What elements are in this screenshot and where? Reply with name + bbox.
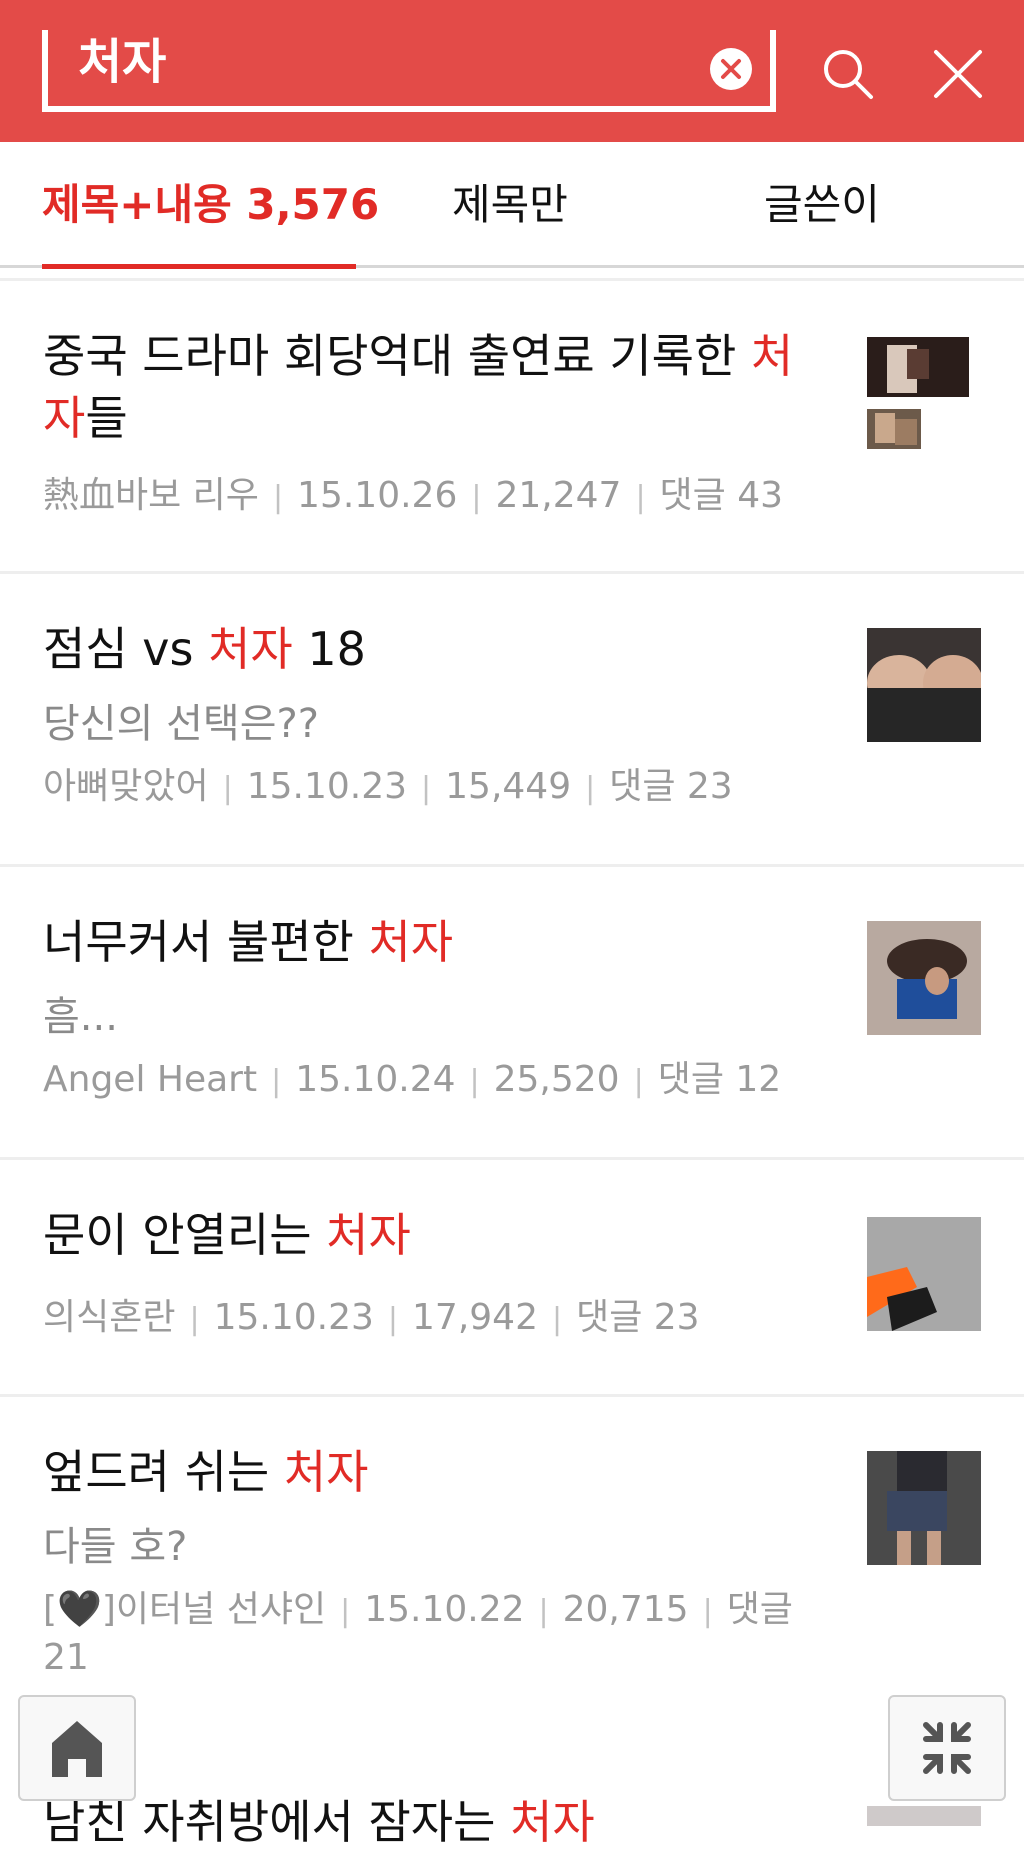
result-snippet: 당신의 선택은??: [43, 701, 319, 747]
post-date: 15.10.23: [246, 766, 408, 807]
active-tab-indicator: [42, 264, 356, 269]
title-text: 점심 vs: [43, 622, 209, 676]
result-title[interactable]: 엎드려 쉬는 처자: [43, 1441, 813, 1503]
author-name: 의식혼란: [43, 1297, 176, 1338]
result-thumbnail[interactable]: [867, 1451, 981, 1565]
title-text: 중국 드라마 회당억대 출연료 기록한: [43, 329, 751, 383]
result-meta: [🖤]이터널 선샤인 | 15.10.22 | 20,715 | 댓글 21: [43, 1589, 793, 1678]
view-count: 21,247: [495, 475, 622, 516]
result-title[interactable]: 중국 드라마 회당억대 출연료 기록한 처자들: [43, 325, 813, 449]
result-thumbnail[interactable]: [867, 337, 981, 453]
search-query-text[interactable]: 처자: [78, 34, 166, 90]
result-meta: 熱血바보 리우 | 15.10.26 | 21,247 | 댓글 43: [43, 475, 784, 516]
collapse-icon: [923, 1722, 971, 1774]
post-date: 15.10.22: [364, 1589, 525, 1630]
list-item[interactable]: 문이 안열리는 처자 의식혼란 | 15.10.23 | 17,942 | 댓글 23: [0, 1157, 1024, 1394]
result-title[interactable]: 점심 vs 처자 18: [43, 618, 813, 680]
title-highlight: 처자: [283, 1445, 369, 1499]
list-item[interactable]: 너무커서 불편한 처자 흠... Angel Heart | 15.10.24 | 25…: [0, 864, 1024, 1157]
author-name: 아뼈맞았어: [43, 766, 209, 807]
post-date: 15.10.26: [297, 475, 458, 516]
list-item[interactable]: 중국 드라마 회당억대 출연료 기록한 처자들 熱血바보 리우 | 15.10.26…: [0, 278, 1024, 571]
view-count: 15,449: [445, 766, 572, 807]
result-snippet: 다들 호?: [43, 1524, 188, 1570]
search-icon[interactable]: [818, 44, 878, 104]
tab-title-content[interactable]: 제목+내용 3,576: [42, 142, 379, 268]
home-icon: [52, 1721, 102, 1777]
comment-count: 댓글 23: [576, 1297, 700, 1338]
collapse-button[interactable]: [888, 1695, 1006, 1801]
search-scope-tabs: 제목+내용 3,576 제목만 글쓴이: [0, 142, 1024, 269]
title-highlight: 처자: [510, 1795, 595, 1849]
title-text: 들: [85, 391, 128, 445]
tab-author[interactable]: 글쓴이: [732, 142, 912, 268]
title-text: 엎드려 쉬는: [43, 1445, 284, 1499]
author-name: [🖤]이터널 선샤인: [43, 1589, 327, 1630]
tab-title-only[interactable]: 제목만: [420, 142, 600, 268]
title-text: 18: [292, 622, 366, 676]
result-meta: 아뼈맞았어 | 15.10.23 | 15,449 | 댓글 23: [43, 766, 733, 807]
list-item[interactable]: 엎드려 쉬는 처자 다들 호? [🖤]이터널 선샤인 | 15.10.22 | 20,7…: [0, 1394, 1024, 1744]
title-text: 문이 안열리는: [43, 1208, 327, 1262]
view-count: 17,942: [412, 1297, 538, 1338]
clear-circle-icon[interactable]: [710, 48, 752, 90]
list-item[interactable]: 점심 vs 처자 18 당신의 선택은?? 아뼈맞았어 | 15.10.23 | 15,…: [0, 571, 1024, 864]
author-name: 熱血바보 리우: [43, 475, 259, 516]
close-icon[interactable]: [928, 44, 988, 104]
comment-count: 댓글 43: [659, 475, 784, 516]
result-title[interactable]: 문이 안열리는 처자: [43, 1204, 813, 1266]
result-title[interactable]: 너무커서 불편한 처자: [43, 911, 813, 973]
post-date: 15.10.24: [295, 1059, 456, 1100]
result-thumbnail[interactable]: [867, 921, 981, 1035]
result-thumbnail[interactable]: [867, 628, 981, 742]
result-thumbnail[interactable]: [867, 1806, 981, 1826]
search-header: 처자: [0, 0, 1024, 142]
search-results-list: 중국 드라마 회당억대 출연료 기록한 처자들 熱血바보 리우 | 15.10.26…: [0, 278, 1024, 1744]
home-button[interactable]: [18, 1695, 136, 1801]
title-highlight: 처자: [326, 1208, 411, 1262]
result-thumbnail[interactable]: [867, 1217, 981, 1331]
title-highlight: 처자: [208, 622, 293, 676]
comment-count: 댓글 23: [609, 766, 733, 807]
result-meta: 의식혼란 | 15.10.23 | 17,942 | 댓글 23: [43, 1297, 700, 1338]
view-count: 25,520: [493, 1059, 620, 1100]
comment-count: 댓글 12: [657, 1059, 782, 1100]
search-input[interactable]: 처자: [42, 30, 776, 112]
author-name: Angel Heart: [43, 1059, 258, 1100]
view-count: 20,715: [562, 1589, 689, 1630]
post-date: 15.10.23: [213, 1297, 374, 1338]
result-meta: Angel Heart | 15.10.24 | 25,520 | 댓글 12: [43, 1059, 782, 1100]
title-text: 남친 자취방에서 잠자는: [43, 1795, 511, 1849]
title-highlight: 처자: [368, 915, 454, 969]
result-snippet: 흠...: [43, 994, 118, 1040]
title-text: 너무커서 불편한: [43, 915, 369, 969]
